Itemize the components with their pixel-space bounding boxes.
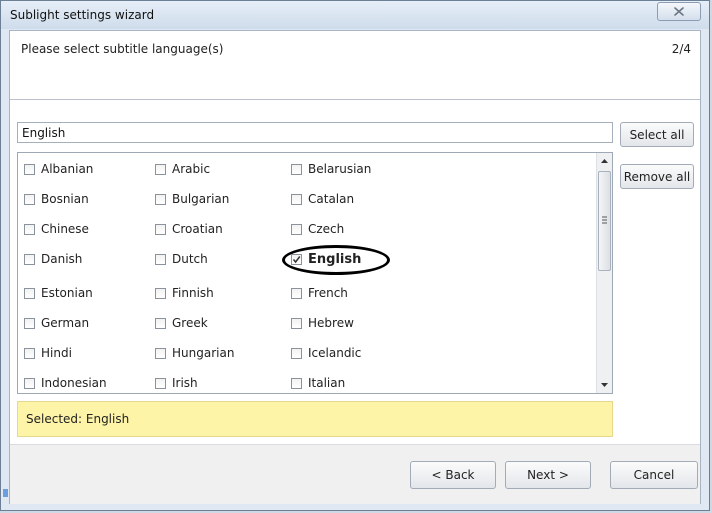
language-option-hungarian[interactable]: Hungarian xyxy=(155,343,234,363)
language-option-estonian[interactable]: Estonian xyxy=(24,283,93,303)
language-option-hindi[interactable]: Hindi xyxy=(24,343,72,363)
scroll-down-button[interactable] xyxy=(597,378,612,392)
language-filter-input[interactable] xyxy=(17,122,613,143)
check-icon xyxy=(292,255,301,263)
step-indicator: 2/4 xyxy=(671,42,691,56)
language-checkbox[interactable] xyxy=(24,317,35,329)
language-label: Catalan xyxy=(308,192,355,206)
language-option-hebrew[interactable]: Hebrew xyxy=(291,313,354,333)
language-label: Hungarian xyxy=(172,346,235,360)
grip-icon xyxy=(602,216,607,224)
language-label: Icelandic xyxy=(308,346,362,360)
close-button[interactable] xyxy=(657,2,701,21)
language-label: Czech xyxy=(308,222,345,236)
language-option-belarusian[interactable]: Belarusian xyxy=(291,159,371,179)
wizard-header: Please select subtitle language(s) 2/4 xyxy=(10,31,700,100)
language-label: Albanian xyxy=(41,162,94,176)
language-label: Chinese xyxy=(41,222,89,236)
arrow-up-icon xyxy=(601,159,608,163)
language-label: Greek xyxy=(172,316,208,330)
language-option-danish[interactable]: Danish xyxy=(24,249,82,269)
language-checkbox[interactable] xyxy=(291,347,302,359)
language-option-finnish[interactable]: Finnish xyxy=(155,283,214,303)
header-instruction: Please select subtitle language(s) xyxy=(21,42,224,56)
scroll-thumb[interactable] xyxy=(598,171,611,271)
language-checkbox[interactable] xyxy=(291,317,302,329)
language-label: Dutch xyxy=(172,252,208,266)
language-option-french[interactable]: French xyxy=(291,283,348,303)
language-option-greek[interactable]: Greek xyxy=(155,313,208,333)
language-checkbox[interactable] xyxy=(155,317,166,329)
language-option-bosnian[interactable]: Bosnian xyxy=(24,189,89,209)
language-label: Bulgarian xyxy=(172,192,230,206)
language-checkbox[interactable] xyxy=(24,347,35,359)
language-label: Belarusian xyxy=(308,162,372,176)
wizard-window: Sublight settings wizard Please select s… xyxy=(0,0,710,511)
language-option-irish[interactable]: Irish xyxy=(155,373,198,393)
language-checkbox[interactable] xyxy=(291,253,302,265)
language-checkbox[interactable] xyxy=(24,287,35,299)
language-label: Italian xyxy=(308,376,346,390)
language-checkbox[interactable] xyxy=(291,193,302,205)
language-option-dutch[interactable]: Dutch xyxy=(155,249,208,269)
language-label: Croatian xyxy=(172,222,223,236)
language-label: Estonian xyxy=(41,286,93,300)
language-label: Danish xyxy=(41,252,83,266)
language-label: Bosnian xyxy=(41,192,89,206)
language-checkbox[interactable] xyxy=(155,223,166,235)
language-label: Finnish xyxy=(172,286,214,300)
language-label: French xyxy=(308,286,348,300)
next-button[interactable]: Next > xyxy=(505,461,591,489)
taskbar-edge xyxy=(3,489,8,497)
language-label: Hindi xyxy=(41,346,72,360)
language-option-english[interactable]: English xyxy=(291,249,361,269)
language-label: German xyxy=(41,316,90,330)
language-option-arabic[interactable]: Arabic xyxy=(155,159,210,179)
wizard-footer: < Back Next > Cancel xyxy=(10,444,700,504)
language-option-czech[interactable]: Czech xyxy=(291,219,344,239)
language-option-german[interactable]: German xyxy=(24,313,89,333)
language-list: Albanian Bosnian Chinese Danish Estonian Germ… xyxy=(17,152,613,394)
language-label: Indonesian xyxy=(41,376,107,390)
arrow-down-icon xyxy=(601,383,608,387)
language-checkbox[interactable] xyxy=(291,223,302,235)
scroll-up-button[interactable] xyxy=(597,154,612,168)
language-option-bulgarian[interactable]: Bulgarian xyxy=(155,189,229,209)
cancel-button[interactable]: Cancel xyxy=(610,461,698,489)
title-bar: Sublight settings wizard xyxy=(1,1,709,29)
language-checkbox[interactable] xyxy=(291,287,302,299)
language-option-croatian[interactable]: Croatian xyxy=(155,219,223,239)
language-label: English xyxy=(308,251,362,267)
selection-status: Selected: English xyxy=(17,401,613,437)
language-option-icelandic[interactable]: Icelandic xyxy=(291,343,361,363)
language-option-catalan[interactable]: Catalan xyxy=(291,189,354,209)
language-checkbox[interactable] xyxy=(291,163,302,175)
language-checkbox[interactable] xyxy=(24,253,35,265)
language-checkbox[interactable] xyxy=(291,377,302,389)
language-label: Irish xyxy=(172,376,198,390)
language-checkbox[interactable] xyxy=(24,223,35,235)
language-checkbox[interactable] xyxy=(155,253,166,265)
language-checkbox[interactable] xyxy=(155,193,166,205)
select-all-button[interactable]: Select all xyxy=(620,122,694,147)
window-title: Sublight settings wizard xyxy=(10,8,155,22)
language-checkbox[interactable] xyxy=(24,193,35,205)
language-checkbox[interactable] xyxy=(24,163,35,175)
vertical-scrollbar[interactable] xyxy=(596,153,612,393)
language-checkbox[interactable] xyxy=(24,377,35,389)
language-checkbox[interactable] xyxy=(155,377,166,389)
close-x-icon xyxy=(674,7,684,16)
language-option-chinese[interactable]: Chinese xyxy=(24,219,89,239)
language-checkbox[interactable] xyxy=(155,347,166,359)
language-label: Arabic xyxy=(172,162,211,176)
language-option-albanian[interactable]: Albanian xyxy=(24,159,93,179)
language-label: Hebrew xyxy=(308,316,354,330)
language-checkbox[interactable] xyxy=(155,287,166,299)
wizard-content: Please select subtitle language(s) 2/4 S… xyxy=(9,30,701,504)
language-option-italian[interactable]: Italian xyxy=(291,373,345,393)
remove-all-button[interactable]: Remove all xyxy=(620,164,694,189)
back-button[interactable]: < Back xyxy=(410,461,496,489)
language-checkbox[interactable] xyxy=(155,163,166,175)
language-option-indonesian[interactable]: Indonesian xyxy=(24,373,107,393)
